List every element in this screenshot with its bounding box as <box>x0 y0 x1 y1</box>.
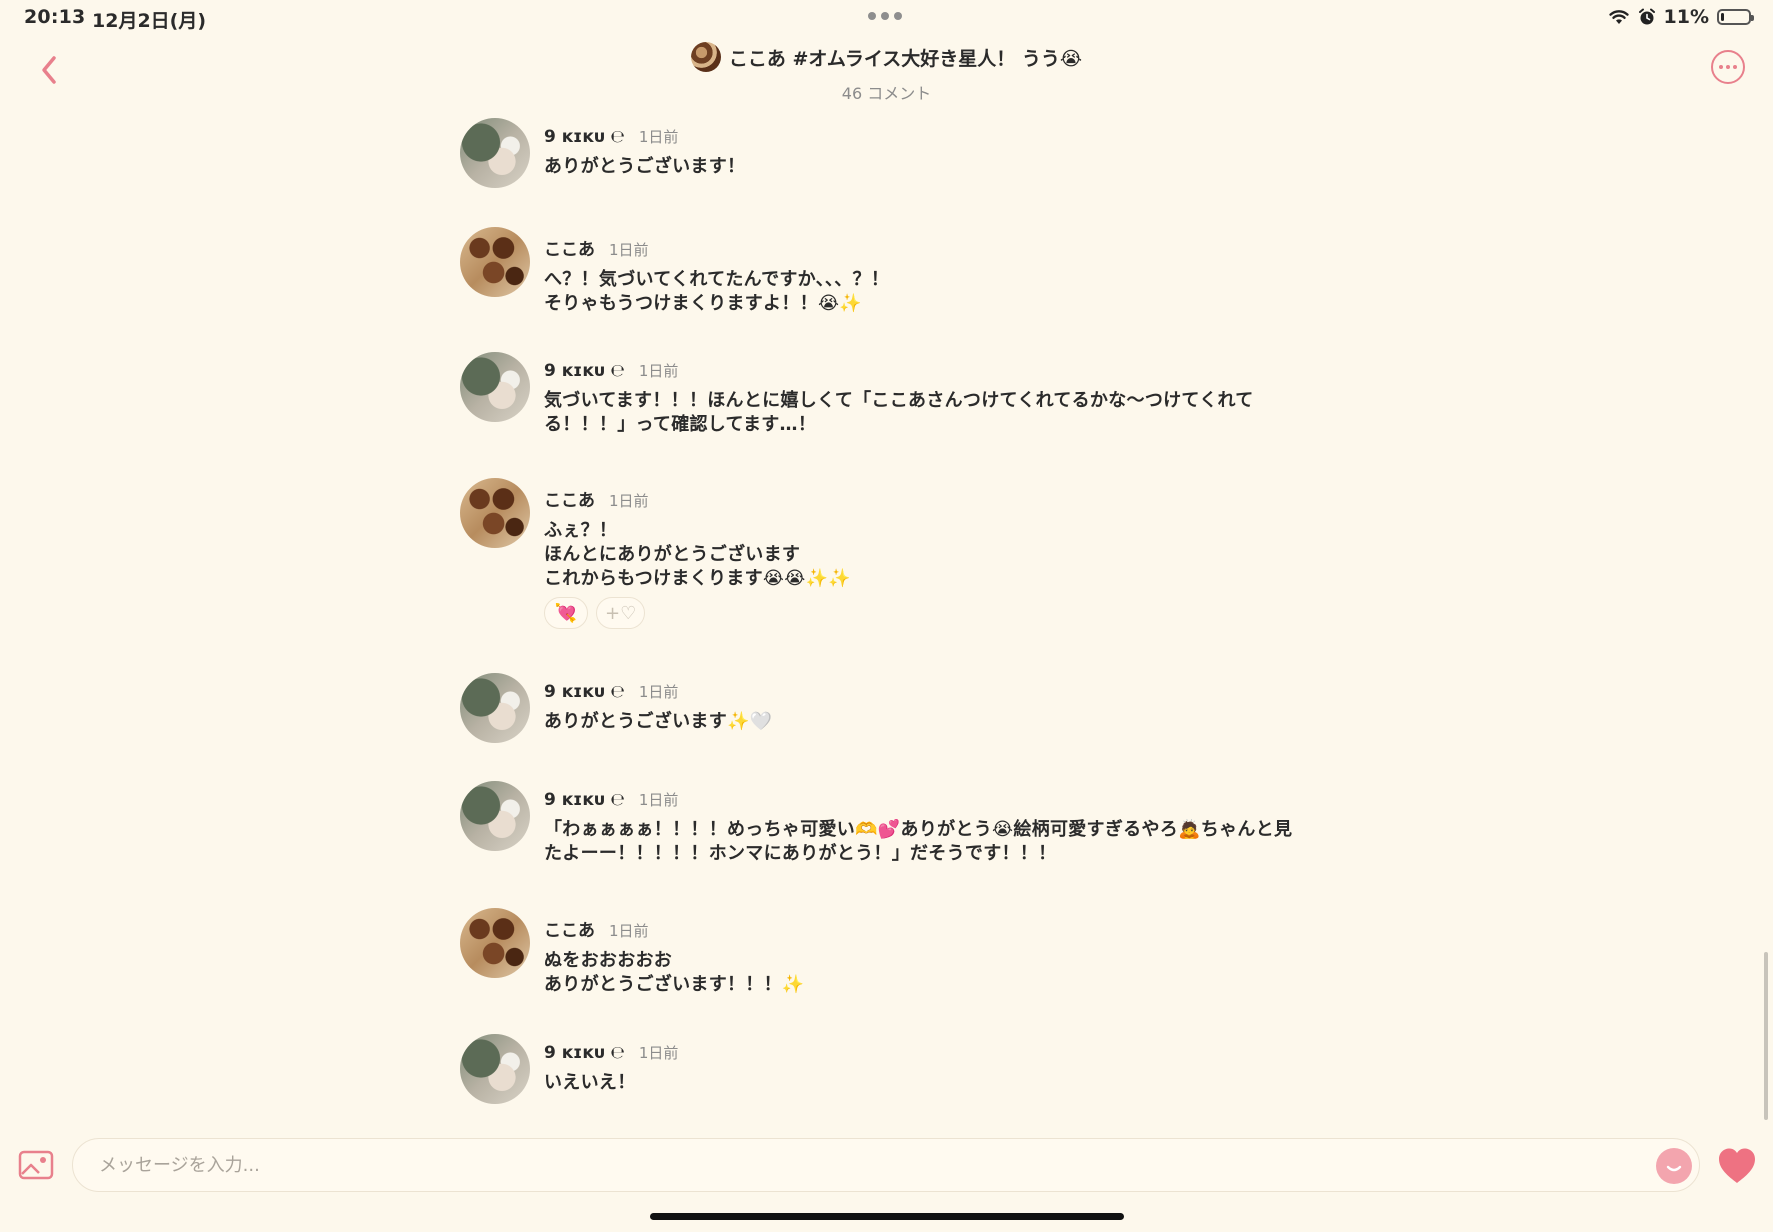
avatar[interactable] <box>460 352 530 422</box>
comment-text: 「わぁぁぁぁ！！！！めっちゃ可愛い🫶💕ありがとう😭絵柄可愛すぎるやろ🙇ちゃんと見… <box>544 819 1293 864</box>
avatar[interactable] <box>460 1034 530 1104</box>
home-indicator[interactable] <box>650 1213 1124 1220</box>
heart-icon <box>1719 1148 1755 1183</box>
thread-avatar <box>690 42 721 72</box>
image-icon <box>18 1150 54 1180</box>
status-time: 20:13 <box>24 6 86 28</box>
avatar[interactable] <box>460 478 530 548</box>
thread-title-text: ここあ #オムライス大好き星人！ うう😭 <box>728 47 1083 70</box>
comment-count: 46 コメント <box>841 84 932 103</box>
comment-item: 9 ᴋɪᴋᴜ ℮ 1日前 気づいてます！！！ほんとに嬉しくて「ここあさんつけてく… <box>460 352 1320 437</box>
status-right: 11% <box>1608 6 1754 28</box>
user-name[interactable]: ここあ <box>544 916 595 941</box>
comment-time: 1日前 <box>638 128 679 146</box>
user-name[interactable]: 9 ᴋɪᴋᴜ ℮ <box>544 790 625 810</box>
comment-item: ここあ 1日前 ぬをおおおおお ありがとうございます！！！✨ <box>460 908 1320 997</box>
comment-time: 1日前 <box>638 791 679 809</box>
comment-time: 1日前 <box>638 1044 679 1062</box>
user-name[interactable]: 9 ᴋɪᴋᴜ ℮ <box>544 1043 625 1063</box>
user-name[interactable]: ここあ <box>544 486 595 511</box>
comment-text: ありがとうございます✨🤍 <box>544 711 773 732</box>
comment-text: へ？！気づいてくれてたんですか、、、？！ そりゃもうつけまくりますよ！！😭✨ <box>544 269 890 314</box>
avatar[interactable] <box>460 781 530 851</box>
comment-item: ここあ 1日前 へ？！気づいてくれてたんですか、、、？！ そりゃもうつけまくりま… <box>460 227 1320 316</box>
comment-item: ここあ 1日前 ふぇ？！ ほんとにありがとうございます これからもつけまくります… <box>460 478 1320 629</box>
user-name[interactable]: 9 ᴋɪᴋᴜ ℮ <box>544 361 625 381</box>
comment-time: 1日前 <box>609 492 649 510</box>
status-date: 12月2日(月) <box>92 10 207 32</box>
user-name[interactable]: 9 ᴋɪᴋᴜ ℮ <box>544 682 625 702</box>
image-button[interactable] <box>18 1150 54 1180</box>
status-bar: 20:13 12月2日(月) 11% <box>0 0 1773 36</box>
comment-item: 9 ᴋɪᴋᴜ ℮ 1日前 いえいえ！ <box>460 1034 1320 1104</box>
comment-text: ぬをおおおおお ありがとうございます！！！✨ <box>544 950 805 995</box>
heart-button[interactable] <box>1716 1146 1758 1186</box>
emoji-button[interactable] <box>1656 1148 1692 1184</box>
comment-time: 1日前 <box>638 683 679 701</box>
emoji-icon <box>1666 1165 1682 1172</box>
comment-time: 1日前 <box>638 362 679 380</box>
multitasking-dots-icon[interactable] <box>868 12 902 20</box>
comment-time: 1日前 <box>609 241 649 259</box>
comment-text: 気づいてます！！！ほんとに嬉しくて「ここあさんつけてくれてるかな〜つけてくれて … <box>544 390 1254 435</box>
comment-text: いえいえ！ <box>544 1072 636 1093</box>
user-name[interactable]: 9 ᴋɪᴋᴜ ℮ <box>544 127 625 147</box>
battery-icon <box>1717 9 1754 25</box>
reaction-chip[interactable]: 💘 <box>544 597 588 629</box>
avatar[interactable] <box>460 227 530 297</box>
more-options-button[interactable] <box>1711 50 1745 84</box>
scrollbar[interactable] <box>1764 952 1768 1120</box>
avatar[interactable] <box>460 673 530 743</box>
wifi-icon <box>1608 10 1629 24</box>
avatar[interactable] <box>460 118 530 188</box>
add-reaction-button[interactable]: +♡ <box>596 597 646 629</box>
alarm-icon <box>1638 8 1655 25</box>
battery-level <box>1721 13 1724 21</box>
thread-title: ここあ #オムライス大好き星人！ うう😭 <box>690 42 1083 72</box>
avatar[interactable] <box>460 908 530 978</box>
comment-item: 9 ᴋɪᴋᴜ ℮ 1日前 ありがとうございます！ <box>460 118 1320 188</box>
comment-text: ふぇ？！ ほんとにありがとうございます これからもつけまくります😭😭✨✨ <box>544 520 851 589</box>
battery-percent: 11% <box>1663 6 1709 28</box>
comment-item: 9 ᴋɪᴋᴜ ℮ 1日前 「わぁぁぁぁ！！！！めっちゃ可愛い🫶💕ありがとう😭絵柄… <box>460 781 1320 866</box>
message-bar <box>0 1126 1773 1232</box>
comment-item: 9 ᴋɪᴋᴜ ℮ 1日前 ありがとうございます✨🤍 <box>460 673 1320 743</box>
reactions: 💘 +♡ <box>544 597 1320 629</box>
header: ここあ #オムライス大好き星人！ うう😭 46 コメント <box>0 42 1773 104</box>
more-horizontal-icon <box>1719 65 1723 69</box>
comment-text: ありがとうございます！ <box>544 156 746 177</box>
comment-time: 1日前 <box>609 922 649 940</box>
user-name[interactable]: ここあ <box>544 235 595 260</box>
message-input[interactable] <box>72 1138 1700 1192</box>
